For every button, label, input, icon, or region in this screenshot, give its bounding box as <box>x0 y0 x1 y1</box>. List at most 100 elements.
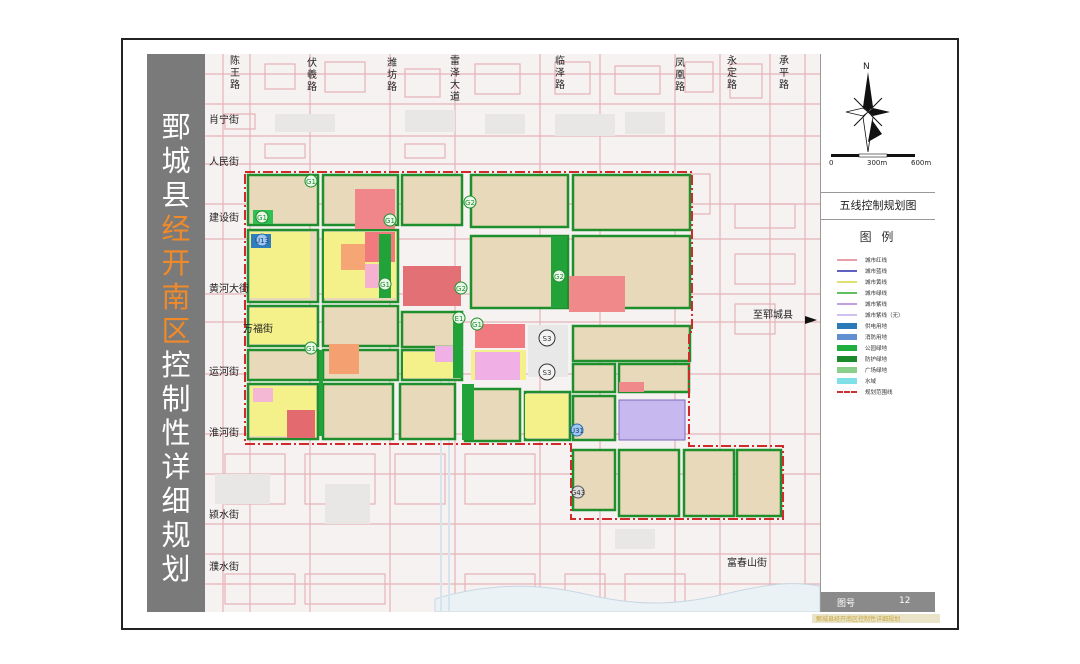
legend-swatch <box>837 280 857 283</box>
legend-label: 城市红线 <box>865 257 888 264</box>
title-char: 控 <box>161 348 191 382</box>
legend-item: 水域 <box>837 375 933 386</box>
title-strip: 鄄 城 县 经 开 南 区 控 制 性 详 细 规 划 <box>147 54 205 612</box>
scale-zero: 0 <box>829 159 834 167</box>
marker-g1: G1 <box>257 214 267 222</box>
legend-item: 城市紫线 <box>837 298 933 309</box>
title-char: 划 <box>161 552 191 586</box>
title-char: 性 <box>161 416 191 450</box>
legend-swatch <box>837 291 857 294</box>
road-huanghe: 黄河大街 <box>209 284 249 295</box>
plan-main-title: 鄄 城 县 经 开 南 区 控 制 性 详 细 规 划 <box>147 110 205 586</box>
marker-s3: S3 <box>543 335 552 343</box>
legend-item: 城市红线 <box>837 254 933 265</box>
scale-bar-segment <box>831 154 859 157</box>
title-char: 县 <box>161 178 191 212</box>
marker-g2: G2 <box>554 273 564 281</box>
marker-u13: U13 <box>255 237 269 245</box>
compass-rose <box>831 72 915 158</box>
road-weifang: 潍坊路 <box>387 58 397 93</box>
north-label: N <box>863 62 870 72</box>
road-wanfu: 万福街 <box>243 324 273 335</box>
figure-number-bar: 图号 12 <box>821 592 935 612</box>
title-char-highlight: 区 <box>161 314 191 348</box>
footer-text: 鄄城县经开南区控制性详细规划 <box>816 616 901 623</box>
legend-item: 城市绿线 <box>837 287 933 298</box>
scale-bar-segment <box>858 153 888 158</box>
scale-end: 600m <box>911 159 932 167</box>
legend-swatch <box>837 313 857 316</box>
legend: 城市红线 城市蓝线 城市黄线 城市绿线 城市紫线 城市紫线（无） 供电用地 消防用地 公园绿地防… <box>837 254 933 397</box>
legend-label: 城市紫线（无） <box>865 312 904 319</box>
marker-g1: G1 <box>380 281 390 289</box>
road-renmin: 人民街 <box>209 157 239 168</box>
legend-item: 消防用地 <box>837 331 933 342</box>
road-pushui: 濮水街 <box>209 562 239 573</box>
legend-item: 广场绿地 <box>837 364 933 375</box>
road-chengping: 承平路 <box>779 56 789 91</box>
map-canvas: G1 G1 G1 G2 U13 G1 G2 G2 E1 G1 G1 S3 S3 <box>205 54 820 612</box>
legend-item: 城市紫线（无） <box>837 309 933 320</box>
title-char-highlight: 开 <box>161 246 191 280</box>
legend-swatch <box>837 366 857 373</box>
marker-e1: E1 <box>455 315 464 323</box>
legend-item: 防护绿地 <box>837 353 933 364</box>
title-char: 鄄 <box>161 110 191 144</box>
river <box>434 583 820 612</box>
scale-bar-segment <box>887 154 915 157</box>
legend-label: 水域 <box>865 378 877 385</box>
marker-g2: G2 <box>456 285 466 293</box>
legend-label: 规划范围线 <box>865 389 893 396</box>
title-char: 城 <box>161 144 191 178</box>
figure-number-value: 12 <box>899 596 911 606</box>
road-fuxi: 伏羲路 <box>307 58 317 93</box>
direction-arrow <box>805 316 817 324</box>
road-jianshe: 建设街 <box>209 213 239 224</box>
north-arrow-icon <box>845 72 890 153</box>
plan-title: 五线控制规划图 <box>821 192 935 220</box>
title-char: 细 <box>161 484 191 518</box>
legend-label: 城市黄线 <box>865 279 888 286</box>
legend-swatch <box>837 377 857 384</box>
road-fuchunshan: 富春山街 <box>727 558 767 569</box>
legend-item: 城市黄线 <box>837 276 933 287</box>
title-char: 规 <box>161 518 191 552</box>
road-huaihe: 淮河街 <box>209 428 239 439</box>
road-yunhe: 运河街 <box>209 367 239 378</box>
road-chenwang: 陈王路 <box>230 56 240 91</box>
legend-label: 城市紫线 <box>865 301 888 308</box>
marker-u31: U31 <box>570 427 584 435</box>
direction-label-yuncheng: 至郓城县 <box>753 310 793 321</box>
road-fenghuang: 凤凰路 <box>675 58 685 93</box>
title-char-highlight: 南 <box>161 280 191 314</box>
legend-label: 消防用地 <box>865 334 888 341</box>
road-linze: 临泽路 <box>555 56 565 91</box>
marker-g43: G43 <box>571 489 585 497</box>
road-yingshui: 颍水街 <box>209 510 239 521</box>
legend-swatch <box>837 333 857 340</box>
plan-map[interactable]: G1 G1 G1 G2 U13 G1 G2 G2 E1 G1 G1 S3 S3 <box>205 54 820 612</box>
legend-label: 防护绿地 <box>865 356 888 363</box>
title-char-highlight: 经 <box>161 212 191 246</box>
marker-g1: G1 <box>385 217 395 225</box>
legend-label: 公园绿地 <box>865 345 888 352</box>
legend-swatch <box>837 390 857 393</box>
marker-s3: S3 <box>543 369 552 377</box>
marker-g1: G1 <box>472 321 482 329</box>
legend-swatch <box>837 269 857 272</box>
marker-g1: G1 <box>306 345 316 353</box>
legend-item: 供电用地 <box>837 320 933 331</box>
figure-number-label: 图号 <box>837 599 856 609</box>
side-panel: N 0 300m 600m 五线控制规划图 图 例 城市红线 城市蓝线 城市黄线 城市… <box>820 54 935 612</box>
road-leize: 雷泽大道 <box>450 56 460 103</box>
legend-label: 城市绿线 <box>865 290 888 297</box>
legend-swatch <box>837 322 857 329</box>
legend-swatch <box>837 258 857 261</box>
legend-title: 图 例 <box>859 230 897 244</box>
title-char: 制 <box>161 382 191 416</box>
road-xiaoning: 肖宁街 <box>209 115 239 126</box>
legend-swatch <box>837 344 857 351</box>
marker-g2: G2 <box>465 199 475 207</box>
legend-label: 广场绿地 <box>865 367 888 374</box>
road-yongding: 永定路 <box>727 56 737 91</box>
